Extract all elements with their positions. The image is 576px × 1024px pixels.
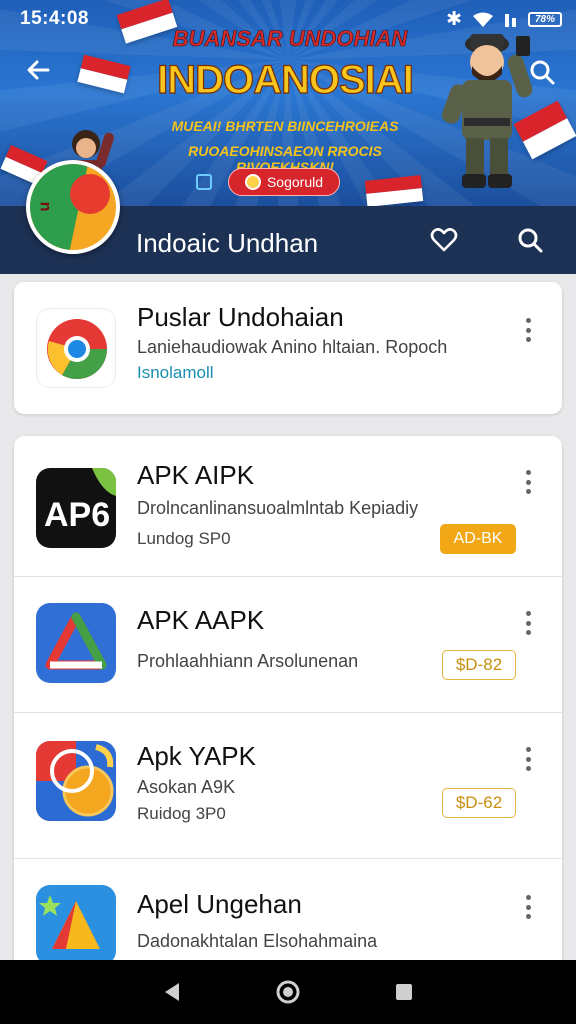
more-options-button[interactable] [518, 468, 538, 496]
nav-recents-button[interactable] [384, 974, 424, 1010]
app-description: Asokan A9K [137, 777, 236, 797]
apk-text-graphic: AP6 [44, 468, 116, 534]
app-description: Prohlaahhiann Arsolunenan [137, 651, 359, 671]
avatar-red-segment [70, 174, 110, 214]
banner-action-label: Sogoruld [266, 174, 324, 190]
back-button[interactable] [16, 48, 60, 92]
featured-card[interactable]: Puslar Undohaian Laniehaudiowak Anino hl… [14, 282, 562, 414]
banner-title-big: INDOANOSIAI [157, 57, 415, 102]
status-time: 15:4:08 [20, 8, 89, 29]
apk-text-icon: AP6 [36, 468, 116, 548]
list-item[interactable]: AP6 APK AIPK Drolncanlinansuoalmlntab Ke… [14, 436, 562, 576]
featured-app-icon [36, 308, 116, 388]
more-options-button[interactable] [518, 316, 538, 344]
avatar[interactable]: ᴝ [26, 160, 120, 254]
heart-icon [430, 228, 458, 252]
soldier-mascot-illustration [441, 34, 533, 188]
wifi-icon [473, 12, 493, 27]
arrow-left-icon [27, 60, 50, 80]
app-bar-search-button[interactable] [508, 218, 552, 262]
bluetooth-icon: ✱ [446, 9, 462, 30]
banner-search-button[interactable] [520, 50, 564, 94]
search-icon [518, 228, 543, 253]
app-description: Drolncanlinansuoalmlntab Kepiadiy [137, 498, 419, 518]
banner-action-button[interactable]: Sogoruld [228, 168, 340, 196]
price-badge[interactable]: $D-62 [442, 788, 516, 818]
app-title: Apel Ungehan [137, 889, 302, 919]
circle-home-icon [276, 980, 300, 1004]
list-item[interactable]: Apel Ungehan Dadonakhtalan Elsohahmaina [14, 859, 562, 976]
coins-icon [36, 741, 116, 821]
more-options-button[interactable] [518, 609, 538, 637]
featured-link[interactable]: Isnolamoll [137, 363, 214, 383]
nav-back-button[interactable] [152, 974, 192, 1010]
star-triangle-graphic [39, 895, 100, 949]
price-badge[interactable]: $D-82 [442, 650, 516, 680]
more-options-button[interactable] [518, 893, 538, 921]
nav-home-button[interactable] [268, 974, 308, 1010]
app-title: APK AIPK [137, 460, 255, 490]
status-icons: ✱ 78% [446, 8, 562, 31]
chrome-like-icon [47, 319, 108, 380]
banner-tagline-1: MUEAI! BHRTEN BIINCEHROIEAS [171, 118, 399, 134]
app-meta: Lundog SP0 [137, 529, 231, 548]
square-icon [196, 174, 212, 190]
app-title: Apk YAPK [137, 741, 256, 771]
app-description: Dadonakhtalan Elsohahmaina [137, 931, 378, 951]
star-triangle-icon [36, 885, 116, 965]
featured-subtitle: Laniehaudiowak Anino hltaian. Ropoch [137, 337, 448, 357]
avatar-mark: ᴝ [40, 198, 50, 215]
svg-text:AP6: AP6 [44, 496, 110, 534]
search-icon [530, 60, 555, 85]
battery-icon: 78% [528, 12, 562, 27]
app-title: APK AAPK [137, 605, 265, 635]
banner-title-small: BUANSAR UNDOHIAN [172, 26, 408, 52]
coins-graphic [36, 741, 114, 821]
app-bar-title: Indoaic Undhan [136, 228, 319, 258]
triangle-graphic [45, 612, 107, 670]
list-item[interactable]: APK AAPK Prohlaahhiann Arsolunenan $D-82 [14, 577, 562, 712]
list-item[interactable]: Apk YAPK Asokan A9K Ruidog 3P0 $D-62 [14, 713, 562, 858]
favorite-button[interactable] [422, 218, 466, 262]
featured-title: Puslar Undohaian [137, 302, 344, 332]
app-list-card: AP6 APK AIPK Drolncanlinansuoalmlntab Ke… [14, 436, 562, 976]
signal-icon [505, 13, 516, 27]
app-meta: Ruidog 3P0 [137, 804, 226, 823]
triangle-back-icon [165, 983, 179, 1001]
square-recents-icon [396, 984, 412, 1000]
flag-decoration [365, 175, 423, 206]
coin-icon [244, 174, 261, 190]
triangle-icon [36, 603, 116, 683]
system-navigation-bar [0, 960, 576, 1024]
price-badge[interactable]: AD-BK [440, 524, 516, 554]
more-options-button[interactable] [518, 745, 538, 773]
